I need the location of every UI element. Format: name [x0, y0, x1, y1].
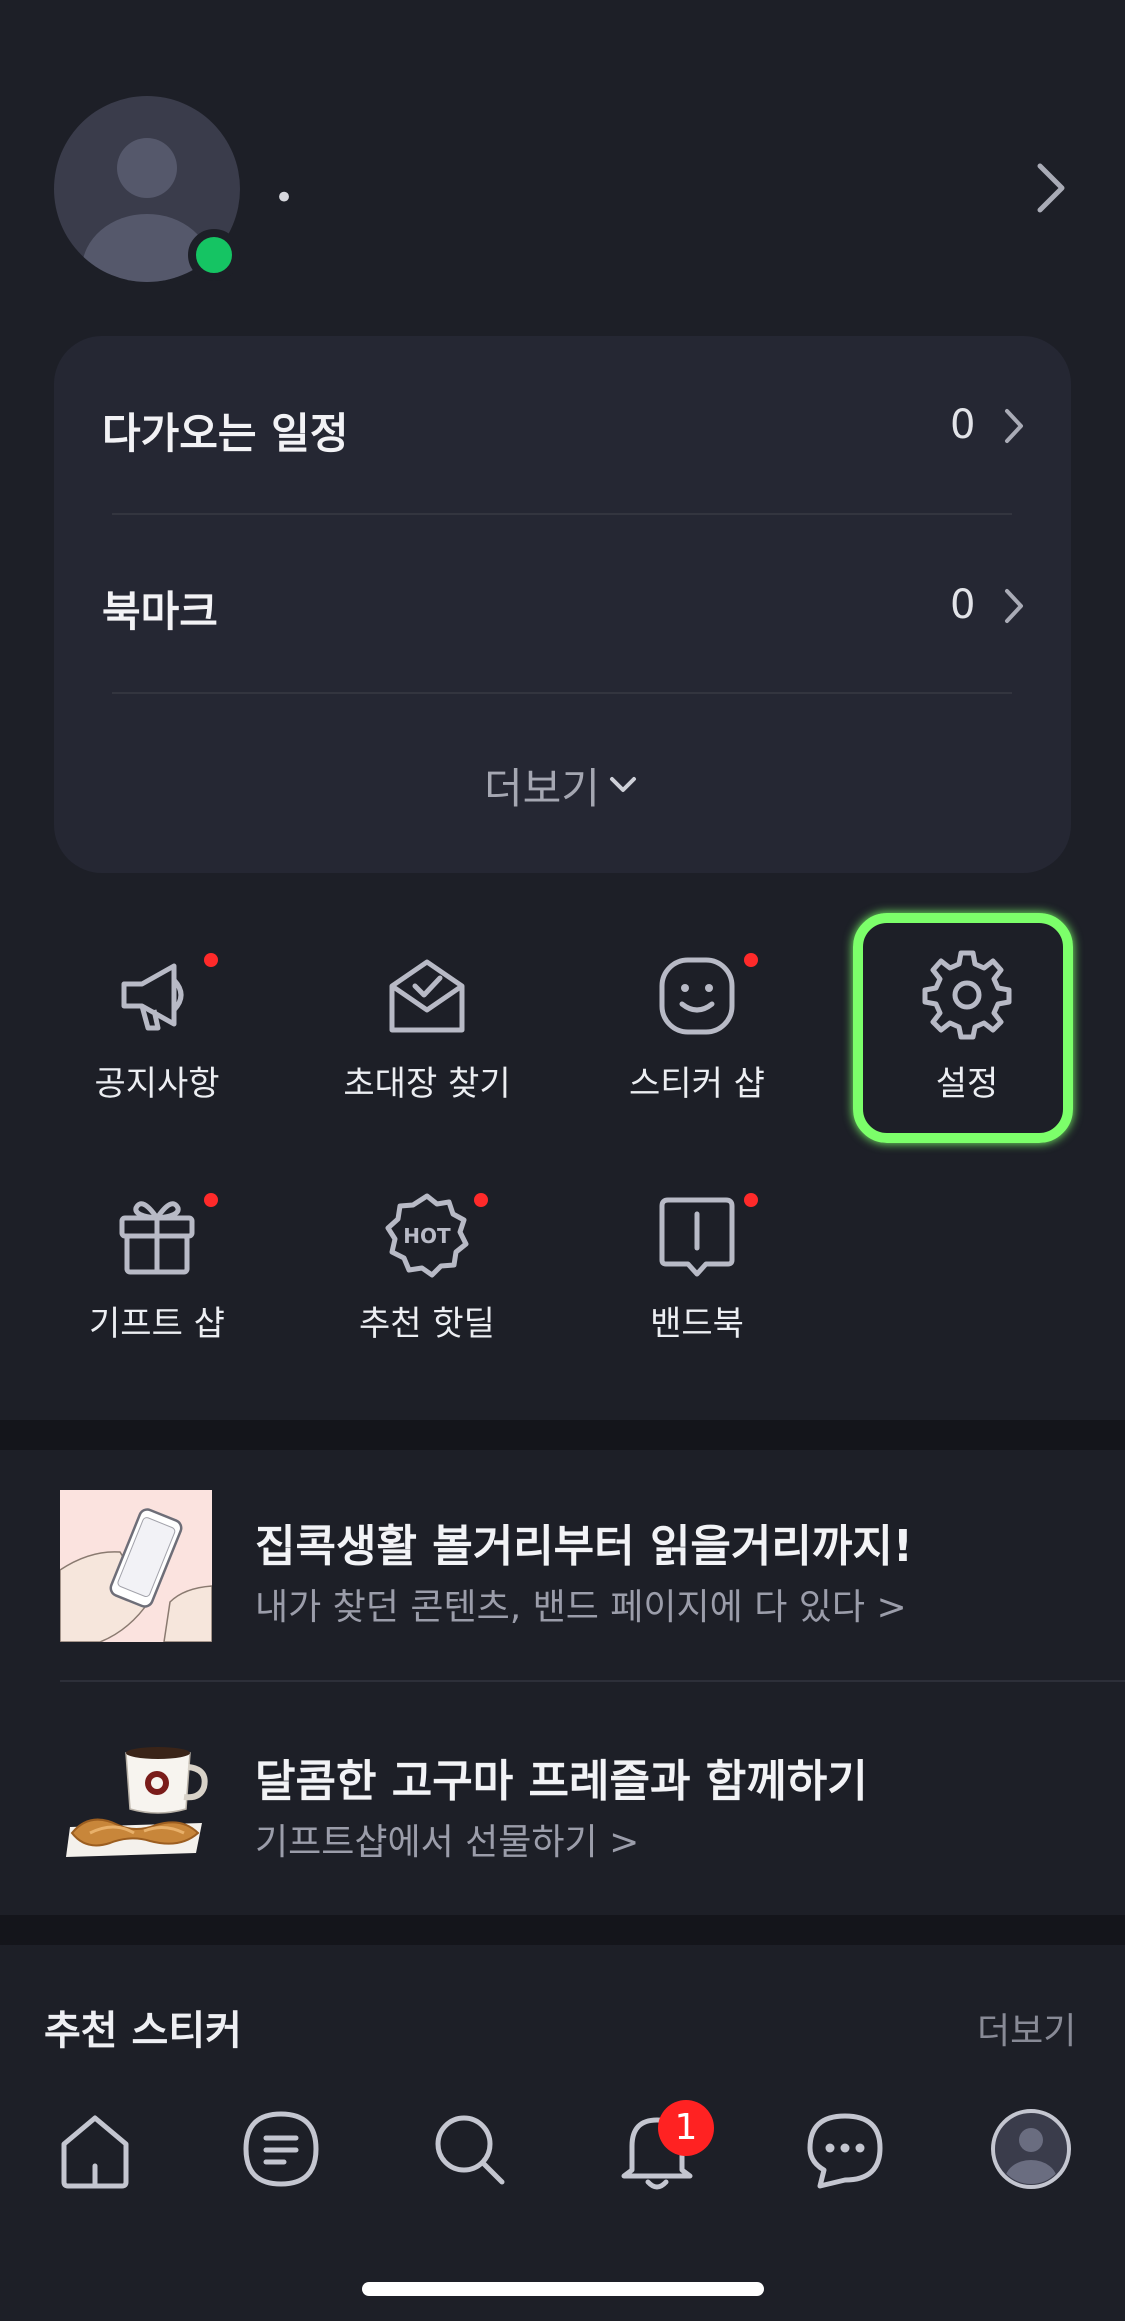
section-separator — [0, 1915, 1125, 1945]
upcoming-schedule-count: 0 — [950, 402, 976, 448]
coffee-pretzel-image — [66, 1747, 208, 1857]
section-separator — [0, 1420, 1125, 1450]
menu-label: 기프트 샵 — [89, 1304, 225, 1344]
profile-chevron-icon[interactable] — [1030, 160, 1070, 216]
new-indicator-dot — [204, 953, 218, 967]
book-icon — [659, 1197, 735, 1277]
promo-title[interactable]: 달콤한 고구마 프레즐과 함께하기 — [255, 1745, 868, 1809]
new-indicator-dot — [744, 1193, 758, 1207]
menu-label: 공지사항 — [94, 1064, 220, 1104]
online-status-dot — [188, 229, 240, 281]
chat-icon[interactable] — [800, 2104, 890, 2194]
bookmark-label[interactable]: 북마크 — [102, 578, 218, 639]
menu-label: 스티커 샵 — [629, 1064, 765, 1104]
recommended-stickers-title: 추천 스티커 — [44, 2008, 242, 2054]
menu-gift-shop[interactable]: 기프트 샵 — [37, 1190, 277, 1390]
envelope-check-icon — [389, 959, 465, 1033]
hands-holding-phone-image — [60, 1508, 212, 1642]
chevron-right-icon[interactable] — [1002, 406, 1026, 446]
promo-divider — [60, 1680, 1125, 1682]
profile-name[interactable]: • — [274, 178, 294, 218]
menu-notice[interactable]: 공지사항 — [37, 950, 277, 1150]
home-indicator — [362, 2282, 764, 2296]
chevron-right-icon[interactable] — [1002, 586, 1026, 626]
feed-icon[interactable] — [236, 2104, 326, 2194]
card-divider — [112, 513, 1012, 515]
bookmark-count: 0 — [950, 582, 976, 628]
avatar-head-icon — [117, 138, 177, 198]
chevron-down-icon — [609, 777, 636, 792]
recommended-stickers-more-link[interactable]: 더보기 — [977, 2002, 1076, 2054]
new-indicator-dot — [204, 1193, 218, 1207]
search-icon[interactable] — [424, 2104, 514, 2194]
notification-badge: 1 — [658, 2100, 714, 2156]
menu-label: 추천 핫딜 — [359, 1304, 495, 1344]
menu-find-invitation[interactable]: 초대장 찾기 — [307, 950, 547, 1150]
hot-badge-icon: HOT — [385, 1193, 469, 1278]
gift-icon — [119, 1201, 195, 1275]
promo-thumbnail-pretzel[interactable] — [60, 1725, 212, 1877]
smiley-icon — [659, 957, 735, 1035]
more-toggle-button[interactable]: 더보기 — [484, 757, 638, 813]
card-divider — [112, 692, 1012, 694]
profile-icon[interactable] — [986, 2104, 1076, 2194]
new-indicator-dot — [744, 953, 758, 967]
menu-hot-deal[interactable]: HOT 추천 핫딜 — [307, 1190, 547, 1390]
upcoming-schedule-label[interactable]: 다가오는 일정 — [102, 400, 348, 461]
megaphone-icon — [121, 963, 184, 1031]
menu-label: 초대장 찾기 — [343, 1064, 511, 1104]
promo-subtitle[interactable]: 기프트샵에서 선물하기 > — [255, 1813, 639, 1865]
promo-title[interactable]: 집콕생활 볼거리부터 읽을거리까지! — [255, 1510, 913, 1574]
new-indicator-dot — [474, 1193, 488, 1207]
menu-band-book[interactable]: 밴드북 — [577, 1190, 817, 1390]
svg-text:HOT: HOT — [403, 1224, 451, 1248]
menu-sticker-shop[interactable]: 스티커 샵 — [577, 950, 817, 1150]
more-toggle-label: 더보기 — [484, 763, 600, 813]
settings-highlight-box — [853, 913, 1073, 1143]
promo-subtitle[interactable]: 내가 찾던 콘텐츠, 밴드 페이지에 다 있다 > — [255, 1578, 907, 1630]
menu-label: 밴드북 — [650, 1304, 744, 1344]
promo-thumbnail-phone[interactable] — [60, 1490, 212, 1642]
home-icon[interactable] — [50, 2104, 140, 2194]
